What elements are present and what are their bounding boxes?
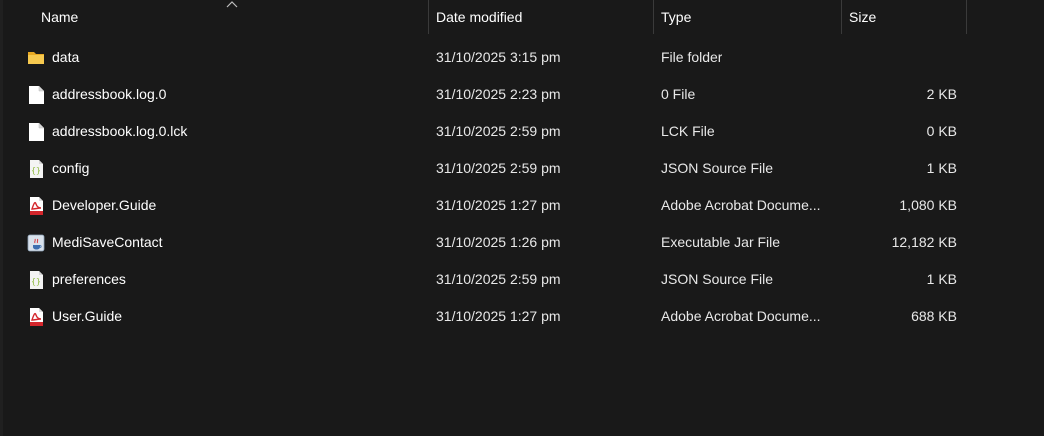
file-type: File folder (661, 49, 723, 65)
file-type: JSON Source File (661, 271, 774, 287)
file-icon (29, 86, 44, 104)
column-header-size-label: Size (849, 9, 877, 25)
file-name: addressbook.log.0 (52, 86, 167, 102)
column-divider[interactable] (428, 0, 429, 34)
file-name: MediSaveContact (52, 234, 163, 250)
pdf-file-icon (30, 197, 43, 215)
file-list-pane: Name Date modified Type Size data 31/10/… (0, 0, 1044, 436)
file-size: 1 KB (926, 271, 957, 287)
sort-ascending-icon (226, 1, 238, 8)
file-size: 1 KB (926, 160, 957, 176)
file-size: 2 KB (926, 86, 957, 102)
file-date-modified: 31/10/2025 1:26 pm (436, 234, 561, 250)
json-file-icon: {} (30, 271, 43, 289)
column-divider[interactable] (966, 0, 967, 34)
file-row[interactable]: addressbook.log.0 31/10/2025 2:23 pm 0 F… (0, 76, 1044, 113)
file-row[interactable]: addressbook.log.0.lck 31/10/2025 2:59 pm… (0, 113, 1044, 150)
file-size (849, 39, 957, 76)
column-header-type-label: Type (661, 9, 692, 25)
svg-text:{}: {} (31, 277, 41, 286)
column-header-bar: Name Date modified Type Size (0, 0, 1044, 34)
file-list: data 31/10/2025 3:15 pm File folder addr… (0, 39, 1044, 335)
file-size: 12,182 KB (891, 234, 957, 250)
file-type: LCK File (661, 123, 715, 139)
file-row[interactable]: {} config 31/10/2025 2:59 pm JSON Source… (0, 150, 1044, 187)
folder-icon (28, 52, 44, 64)
file-row[interactable]: {} preferences 31/10/2025 2:59 pm JSON S… (0, 261, 1044, 298)
file-size: 0 KB (926, 123, 957, 139)
file-date-modified: 31/10/2025 2:59 pm (436, 271, 561, 287)
file-row[interactable]: data 31/10/2025 3:15 pm File folder (0, 39, 1044, 76)
file-type: JSON Source File (661, 160, 774, 176)
column-header-type[interactable]: Type (661, 0, 841, 34)
file-date-modified: 31/10/2025 1:27 pm (436, 308, 561, 324)
pdf-file-icon (30, 308, 43, 326)
file-type: Adobe Acrobat Docume... (661, 308, 821, 324)
file-icon (29, 123, 44, 141)
file-name: User.Guide (52, 308, 123, 324)
file-row[interactable]: Developer.Guide 31/10/2025 1:27 pm Adobe… (0, 187, 1044, 224)
file-date-modified: 31/10/2025 2:59 pm (436, 160, 561, 176)
file-row[interactable]: User.Guide 31/10/2025 1:27 pm Adobe Acro… (0, 298, 1044, 335)
file-size: 1,080 KB (899, 197, 957, 213)
jar-file-icon (27, 234, 45, 252)
file-type: 0 File (661, 86, 696, 102)
file-row[interactable]: MediSaveContact 31/10/2025 1:26 pm Execu… (0, 224, 1044, 261)
column-divider[interactable] (653, 0, 654, 34)
file-size: 688 KB (911, 308, 957, 324)
file-date-modified: 31/10/2025 2:59 pm (436, 123, 561, 139)
svg-text:{}: {} (31, 166, 41, 175)
column-header-date-label: Date modified (436, 9, 523, 25)
column-header-size[interactable]: Size (849, 0, 966, 34)
file-date-modified: 31/10/2025 1:27 pm (436, 197, 561, 213)
column-header-date[interactable]: Date modified (436, 0, 652, 34)
file-name: data (52, 49, 80, 65)
file-name: addressbook.log.0.lck (52, 123, 188, 139)
file-name: config (52, 160, 90, 176)
file-type: Adobe Acrobat Docume... (661, 197, 821, 213)
file-type: Executable Jar File (661, 234, 781, 250)
file-date-modified: 31/10/2025 3:15 pm (436, 49, 561, 65)
column-divider[interactable] (841, 0, 842, 34)
column-header-name-label: Name (41, 9, 79, 25)
file-name: preferences (52, 271, 126, 287)
file-date-modified: 31/10/2025 2:23 pm (436, 86, 561, 102)
file-name: Developer.Guide (52, 197, 157, 213)
json-file-icon: {} (30, 160, 43, 178)
